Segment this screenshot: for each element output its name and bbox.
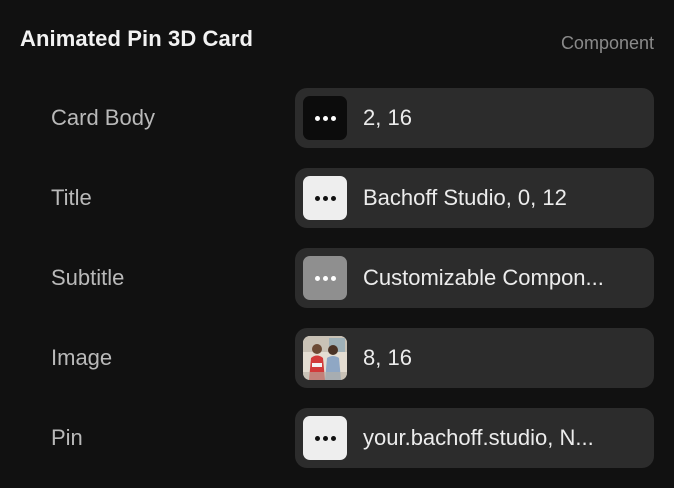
more-dots-icon[interactable] (303, 176, 347, 220)
property-label: Title (51, 185, 92, 210)
property-row-title: Title Bachoff Studio, 0, 12 (0, 168, 674, 228)
title-control[interactable]: Bachoff Studio, 0, 12 (295, 168, 654, 228)
property-value: Bachoff Studio, 0, 12 (363, 185, 567, 210)
pin-control[interactable]: your.bachoff.studio, N... (295, 408, 654, 468)
property-value: your.bachoff.studio, N... (363, 425, 594, 450)
property-value: Customizable Compon... (363, 265, 604, 290)
panel-header: Animated Pin 3D Card Component (0, 0, 674, 84)
property-row-image: Image 8, 16 (0, 328, 674, 388)
more-dots-icon[interactable] (303, 256, 347, 300)
properties-panel: Animated Pin 3D Card Component Card Body… (0, 0, 674, 488)
property-label: Subtitle (51, 265, 125, 290)
property-row-subtitle: Subtitle Customizable Compon... (0, 248, 674, 308)
component-kind-label: Component (560, 33, 654, 53)
more-dots-icon[interactable] (303, 416, 347, 460)
card-body-control[interactable]: 2, 16 (295, 88, 654, 148)
more-dots-icon[interactable] (303, 96, 347, 140)
property-row-pin: Pin your.bachoff.studio, N... (0, 408, 674, 468)
image-thumbnail-icon[interactable] (303, 336, 347, 380)
property-label: Image (51, 345, 113, 370)
property-label: Pin (51, 425, 83, 450)
property-label: Card Body (51, 105, 155, 130)
image-control[interactable]: 8, 16 (295, 328, 654, 388)
property-value: 2, 16 (363, 105, 412, 130)
component-title: Animated Pin 3D Card (20, 26, 254, 51)
property-value: 8, 16 (363, 345, 412, 370)
subtitle-control[interactable]: Customizable Compon... (295, 248, 654, 308)
property-row-card-body: Card Body 2, 16 (0, 88, 674, 148)
